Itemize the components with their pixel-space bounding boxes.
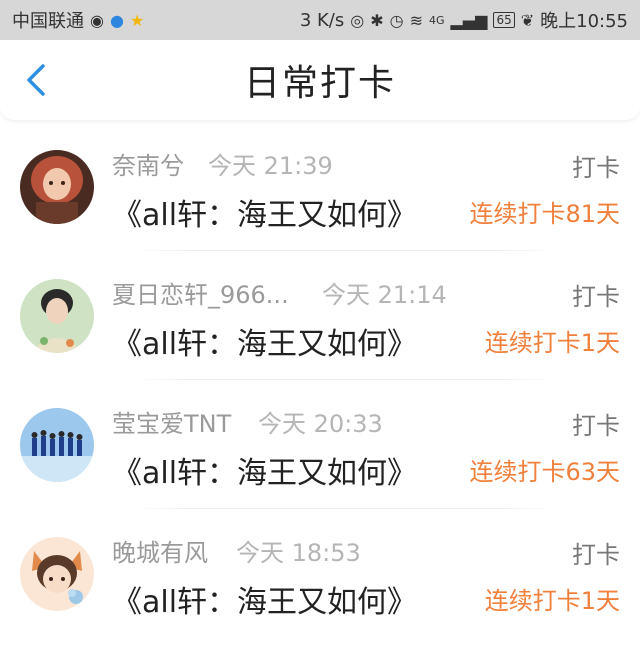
clock: 晚上10:55	[540, 11, 628, 32]
checkin-list: 奈南兮 今天 21:39 《all轩：海王又如何》 打卡 连续打卡81天 夏日恋…	[0, 122, 640, 638]
checkin-label: 打卡	[572, 154, 620, 182]
star-icon: ★	[129, 10, 145, 30]
work-title[interactable]: 《all轩：海王又如何》	[112, 448, 417, 492]
avatar[interactable]	[20, 537, 94, 611]
alarm-icon: ◷	[389, 10, 404, 30]
app-notification-icon: ●	[109, 10, 124, 30]
network-speed: 3 K/s	[299, 9, 345, 31]
work-title[interactable]: 《all轩：海王又如何》	[112, 319, 417, 363]
streak-badge: 连续打卡1天	[484, 587, 620, 615]
carrier-name: 中国联通	[12, 11, 84, 32]
list-item[interactable]: 夏日恋轩_966... 今天 21:14 《all轩：海王又如何》 打卡 连续打…	[0, 251, 640, 380]
timestamp: 今天 21:39	[208, 152, 333, 180]
username[interactable]: 夏日恋轩_966...	[112, 275, 289, 310]
battery-icon: 65	[493, 12, 515, 28]
checkin-label: 打卡	[572, 283, 620, 311]
page-title: 日常打卡	[243, 63, 396, 104]
nav-bar: 日常打卡	[0, 40, 640, 120]
streak-badge: 连续打卡81天	[469, 200, 620, 228]
list-item[interactable]: 奈南兮 今天 21:39 《all轩：海王又如何》 打卡 连续打卡81天	[0, 122, 640, 251]
network-type: 4G	[428, 13, 445, 27]
checkin-label: 打卡	[572, 541, 620, 569]
avatar[interactable]	[20, 279, 94, 353]
avatar[interactable]	[20, 408, 94, 482]
checkin-label: 打卡	[572, 412, 620, 440]
username[interactable]: 奈南兮	[112, 146, 184, 181]
status-bar-right: 3 K/s ◎ ✱ ◷ ≋ 4G ▂▄▆ 65 ❦ 晚上10:55	[300, 7, 628, 33]
signal-icon: ▂▄▆	[450, 10, 488, 30]
list-item[interactable]: 晚城有风 今天 18:53 《all轩：海王又如何》 打卡 连续打卡1天	[0, 509, 640, 638]
work-title[interactable]: 《all轩：海王又如何》	[112, 577, 417, 621]
work-title[interactable]: 《all轩：海王又如何》	[112, 190, 417, 234]
status-bar-left: 中国联通 ◉ ● ★	[12, 7, 144, 33]
globe-icon: ◉	[90, 10, 104, 30]
streak-badge: 连续打卡63天	[469, 458, 620, 486]
timestamp: 今天 20:33	[258, 410, 383, 438]
streak-badge: 连续打卡1天	[484, 329, 620, 357]
list-item[interactable]: 莹宝爱TNT 今天 20:33 《all轩：海王又如何》 打卡 连续打卡63天	[0, 380, 640, 509]
wifi-icon: ≋	[409, 10, 423, 30]
avatar[interactable]	[20, 150, 94, 224]
timestamp: 今天 18:53	[236, 539, 361, 567]
timestamp: 今天 21:14	[322, 281, 447, 309]
leaf-icon: ❦	[520, 10, 535, 30]
bluetooth-icon: ✱	[370, 10, 384, 30]
nfc-icon: ◎	[350, 10, 365, 30]
username[interactable]: 莹宝爱TNT	[112, 404, 231, 439]
status-bar: 中国联通 ◉ ● ★ 3 K/s ◎ ✱ ◷ ≋ 4G ▂▄▆ 65 ❦ 晚上1…	[0, 0, 640, 40]
username[interactable]: 晚城有风	[112, 533, 208, 568]
